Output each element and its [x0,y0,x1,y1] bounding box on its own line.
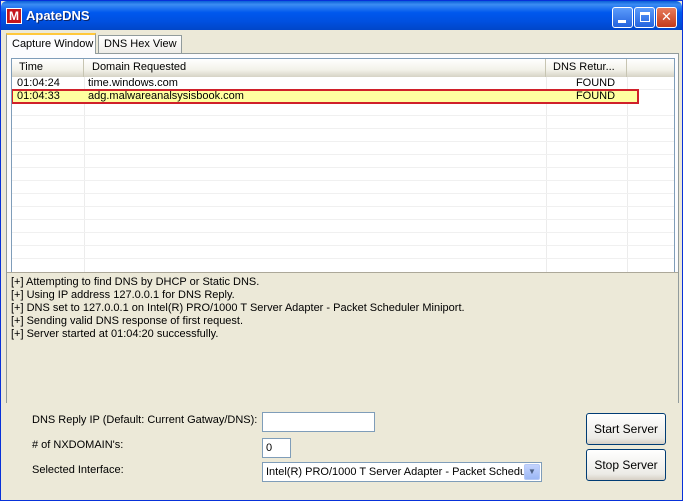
cell-time: 01:04:24 [17,77,60,89]
app-icon: M [6,8,22,24]
window-title: ApateDNS [26,8,90,23]
log-line: [+] Using IP address 127.0.0.1 for DNS R… [11,289,235,301]
start-server-button[interactable]: Start Server [586,413,666,445]
column-header-filler [627,59,674,77]
column-header-time[interactable]: Time [12,59,84,77]
empty-row [12,155,674,168]
cell-domain: adg.malwareanalsysisbook.com [88,90,244,102]
log-line: [+] Attempting to find DNS by DHCP or St… [11,276,260,288]
interface-select-value: Intel(R) PRO/1000 T Server Adapter - Pac… [266,466,527,478]
close-button[interactable]: ✕ [656,7,677,28]
capture-window-page: Time Domain Requested DNS Retur... 01:04… [6,53,679,403]
empty-row [12,246,674,259]
empty-row [12,194,674,207]
log-line: [+] Sending valid DNS response of first … [11,315,244,327]
close-icon: ✕ [661,10,672,25]
table-row-highlighted[interactable]: 01:04:33 adg.malwareanalsysisbook.com FO… [12,89,639,104]
title-bar[interactable]: M ApateDNS ✕ [1,1,682,30]
selected-interface-label: Selected Interface: [32,464,124,476]
cell-domain: time.windows.com [88,77,178,89]
empty-row [12,168,674,181]
log-line: [+] Server started at 01:04:20 successfu… [11,328,219,340]
empty-row [12,181,674,194]
cell-dns-returned: FOUND [575,77,616,89]
apatedns-window: M ApateDNS ✕ Capture Window DNS Hex View… [0,0,683,501]
nxdomain-count-input[interactable]: 0 [262,438,291,458]
column-header-dns-returned[interactable]: DNS Retur... [546,59,627,77]
list-header: Time Domain Requested DNS Retur... [12,59,674,77]
empty-row [12,129,674,142]
minimize-button[interactable] [612,7,633,28]
empty-row [12,103,674,116]
empty-row [12,207,674,220]
status-log[interactable]: [+] Attempting to find DNS by DHCP or St… [7,272,678,403]
list-rows: 01:04:24 time.windows.com FOUND 01:04:33… [12,77,674,259]
table-row[interactable]: 01:04:24 time.windows.com FOUND [12,77,674,90]
cell-time: 01:04:33 [17,90,60,102]
empty-row [12,233,674,246]
chevron-down-icon[interactable]: ▼ [524,464,540,480]
maximize-icon [640,12,650,22]
minimize-icon [618,20,626,23]
empty-row [12,220,674,233]
stop-server-button[interactable]: Stop Server [586,449,666,481]
maximize-button[interactable] [634,7,655,28]
column-header-domain[interactable]: Domain Requested [84,59,546,77]
dns-request-list[interactable]: Time Domain Requested DNS Retur... 01:04… [11,58,675,273]
interface-select[interactable]: Intel(R) PRO/1000 T Server Adapter - Pac… [262,462,542,482]
dns-reply-ip-input[interactable] [262,412,375,432]
log-line: [+] DNS set to 127.0.0.1 on Intel(R) PRO… [11,302,465,314]
empty-row [12,142,674,155]
cell-dns-returned: FOUND [575,90,616,102]
nxdomain-count-label: # of NXDOMAIN's: [32,439,124,451]
tab-capture-window[interactable]: Capture Window [6,33,96,54]
tab-dns-hex-view[interactable]: DNS Hex View [98,35,182,54]
dns-reply-ip-label: DNS Reply IP (Default: Current Gatway/DN… [32,414,258,426]
empty-row [12,116,674,129]
